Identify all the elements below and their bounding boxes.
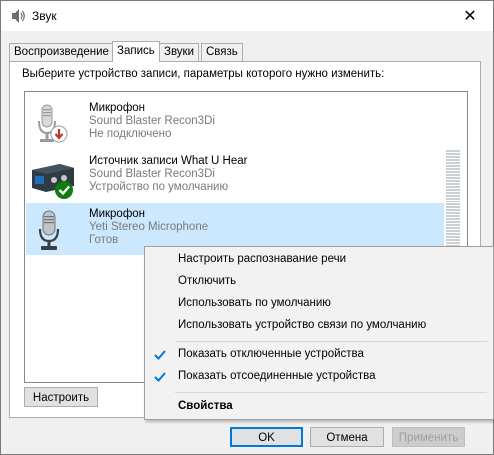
- close-button[interactable]: ✕: [447, 1, 493, 31]
- device-name: Источник записи What U Hear: [89, 155, 248, 167]
- menu-item-label: Использовать устройство связи по умолчан…: [178, 319, 427, 331]
- menu-item-disable[interactable]: Отключить: [145, 272, 493, 292]
- menu-separator: [175, 341, 487, 342]
- menu-separator: [175, 392, 487, 393]
- apply-button[interactable]: Применить: [392, 427, 465, 447]
- menu-item-label: Показать отсоединенные устройства: [178, 370, 376, 382]
- tab-communications[interactable]: Связь: [201, 43, 243, 61]
- menu-item-properties[interactable]: Свойства: [145, 397, 493, 417]
- device-item[interactable]: Источник записи What U Hear Sound Blaste…: [26, 150, 460, 202]
- microphone-icon: [30, 207, 78, 255]
- level-meter: [446, 150, 460, 202]
- device-status: Готов: [89, 234, 119, 246]
- device-name: Микрофон: [89, 102, 146, 114]
- checkmark-icon: [153, 370, 167, 387]
- device-status: Не подключено: [89, 128, 172, 140]
- microphone-disconnected-icon: [30, 101, 78, 149]
- checkmark-icon: [153, 348, 167, 365]
- speaker-icon: [9, 7, 27, 28]
- menu-item-set-default[interactable]: Использовать по умолчанию: [145, 294, 493, 314]
- title-bar[interactable]: Звук ✕: [1, 1, 493, 31]
- device-item[interactable]: Микрофон Sound Blaster Recon3Di Не подкл…: [26, 97, 444, 149]
- menu-item-label: Свойства: [178, 400, 233, 412]
- tab-sounds[interactable]: Звуки: [159, 43, 200, 61]
- menu-item-label: Настроить распознавание речи: [178, 253, 347, 265]
- ok-button[interactable]: OK: [230, 427, 303, 447]
- menu-item-show-disconnected[interactable]: Показать отсоединенные устройства: [145, 367, 493, 387]
- device-driver: Sound Blaster Recon3Di: [89, 168, 215, 180]
- menu-item-label: Использовать по умолчанию: [178, 297, 331, 309]
- close-icon: ✕: [463, 8, 477, 25]
- menu-item-set-default-communication[interactable]: Использовать устройство связи по умолчан…: [145, 316, 493, 336]
- device-driver: Yeti Stereo Microphone: [89, 221, 209, 233]
- device-status: Устройство по умолчанию: [89, 181, 229, 193]
- cancel-button[interactable]: Отмена: [310, 427, 384, 447]
- window-title: Звук: [32, 9, 57, 23]
- line-in-default-icon: [30, 154, 78, 202]
- menu-item-configure-speech[interactable]: Настроить распознавание речи: [145, 250, 493, 270]
- tab-recording[interactable]: Запись: [112, 41, 160, 62]
- configure-button[interactable]: Настроить: [24, 387, 98, 407]
- context-menu: Настроить распознавание речи Отключить И…: [144, 246, 494, 420]
- device-driver: Sound Blaster Recon3Di: [89, 115, 215, 127]
- menu-item-show-disabled[interactable]: Показать отключенные устройства: [145, 345, 493, 365]
- instruction-text: Выберите устройство записи, параметры ко…: [22, 68, 385, 80]
- menu-item-label: Отключить: [178, 275, 237, 287]
- device-name: Микрофон: [89, 208, 146, 220]
- menu-item-label: Показать отключенные устройства: [178, 348, 364, 360]
- tab-playback[interactable]: Воспроизведение: [9, 43, 114, 61]
